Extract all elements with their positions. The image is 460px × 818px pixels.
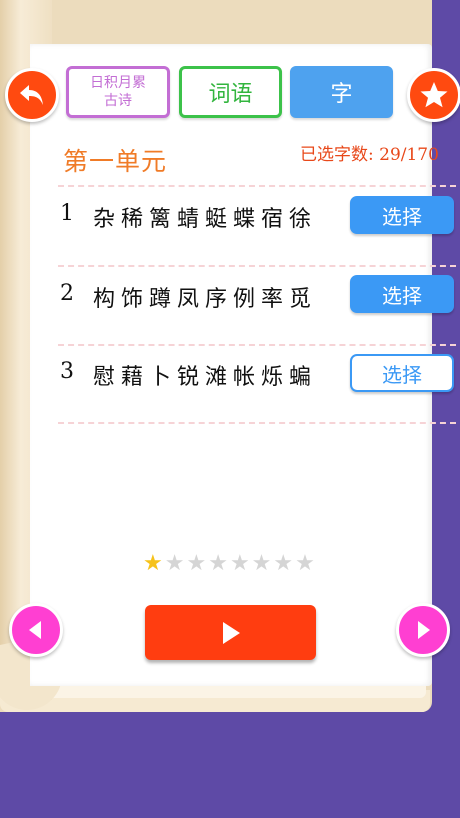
divider: [58, 422, 456, 424]
select-button[interactable]: 选择: [350, 354, 454, 392]
star-empty-icon: ★: [186, 551, 207, 576]
back-button[interactable]: [5, 68, 59, 122]
book-page-edge: [0, 684, 426, 698]
play-icon: [222, 621, 240, 644]
selected-count: 已选字数: 29/170: [300, 145, 439, 165]
divider: [58, 265, 456, 267]
tab-char[interactable]: 字: [290, 66, 393, 118]
star-empty-icon: ★: [295, 551, 315, 576]
divider: [58, 185, 456, 187]
star-empty-icon: ★: [164, 551, 185, 576]
tab-char-label: 字: [330, 82, 353, 107]
tab-poem-label-line1: 日积月累: [90, 75, 146, 91]
tab-words[interactable]: 词语: [179, 66, 282, 118]
row-characters: 杂稀篱蜻蜓蝶宿徐: [93, 207, 318, 232]
tab-poem[interactable]: 日积月累 古诗: [66, 66, 170, 118]
divider: [58, 344, 456, 346]
triangle-right-icon: [418, 621, 430, 639]
select-button[interactable]: 选择: [350, 275, 454, 313]
previous-button[interactable]: [9, 603, 63, 657]
triangle-left-icon: [29, 621, 41, 639]
rating-stars: ★ ★ ★ ★ ★ ★ ★ ★: [143, 553, 315, 575]
star-empty-icon: ★: [229, 551, 250, 576]
star-icon: [420, 82, 448, 108]
star-empty-icon: ★: [208, 551, 228, 576]
favorite-button[interactable]: [407, 68, 460, 122]
tab-poem-label-line2: 古诗: [104, 93, 132, 109]
star-empty-icon: ★: [251, 551, 272, 576]
star-empty-icon: ★: [273, 551, 294, 576]
select-button[interactable]: 选择: [350, 196, 454, 234]
back-arrow-icon: [20, 85, 43, 105]
next-button[interactable]: [396, 603, 450, 657]
row-number: 3: [60, 359, 74, 384]
row-characters: 慰藉卜锐滩帐烁蝙: [93, 365, 318, 390]
row-characters: 构饰蹲凤序例率觅: [93, 287, 318, 312]
unit-title: 第一单元: [63, 147, 168, 176]
row-number: 2: [60, 281, 74, 306]
tab-words-label: 词语: [208, 82, 253, 107]
play-button[interactable]: [145, 605, 316, 660]
row-number: 1: [60, 201, 74, 226]
star-filled-icon: ★: [143, 551, 163, 576]
